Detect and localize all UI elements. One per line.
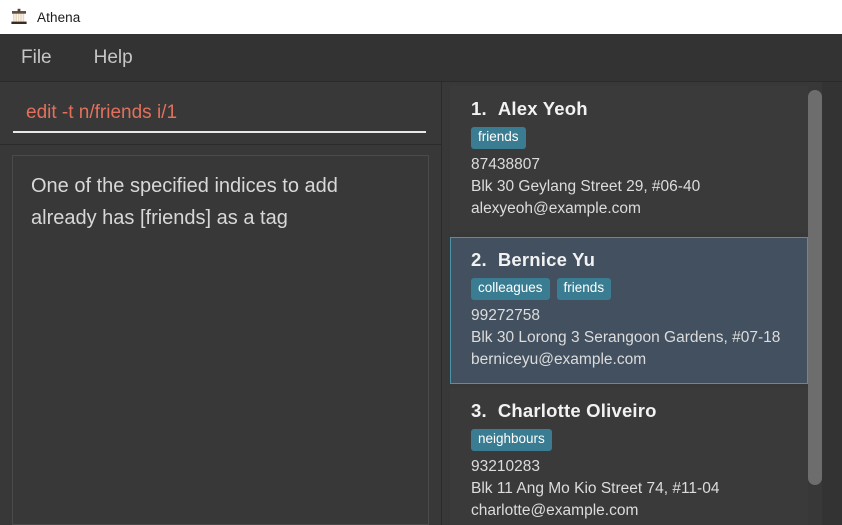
person-header: 1. Alex Yeoh (471, 98, 793, 120)
person-phone: 99272758 (471, 306, 540, 324)
person-email: berniceyu@example.com (471, 350, 647, 368)
tag-row: neighbours (471, 428, 793, 451)
person-index: 1. (471, 98, 487, 119)
list-scrollbar-thumb[interactable] (808, 90, 822, 485)
menu-bar: File Help (0, 34, 842, 82)
person-name: Alex Yeoh (497, 98, 588, 119)
person-header: 2. Bernice Yu (471, 249, 793, 271)
person-address: Blk 30 Lorong 3 Serangoon Gardens, #07-1… (471, 328, 781, 346)
left-pane: One of the specified indices to add alre… (0, 82, 442, 525)
person-list-pane: 1. Alex Yeoh friends 87438807 Blk 30 Gey… (442, 82, 842, 525)
command-input-underline (13, 131, 426, 133)
window-title: Athena (37, 9, 81, 25)
tag-row: colleagues friends (471, 277, 793, 300)
tag-badge: colleagues (471, 277, 550, 300)
menu-item-help[interactable]: Help (94, 48, 133, 67)
list-item-selected[interactable]: 2. Bernice Yu colleagues friends 9927275… (450, 236, 808, 384)
person-index: 3. (471, 399, 487, 421)
person-list: 1. Alex Yeoh friends 87438807 Blk 30 Gey… (450, 86, 808, 525)
menu-item-file[interactable]: File (21, 48, 52, 67)
person-address: Blk 30 Geylang Street 29, #06-40 (471, 177, 701, 195)
command-input[interactable] (0, 91, 441, 135)
person-index: 2. (471, 248, 487, 270)
temple-icon (11, 8, 27, 24)
tag-badge: friends (471, 127, 526, 149)
tag-row: friends (471, 127, 793, 149)
result-pane: One of the specified indices to add alre… (0, 145, 441, 525)
list-scrollbar[interactable] (808, 82, 822, 525)
right-gutter (822, 82, 842, 525)
person-phone: 93210283 (471, 457, 540, 475)
person-email: alexyeoh@example.com (471, 199, 641, 217)
person-email: charlotte@example.com (471, 501, 639, 519)
person-name: Bernice Yu (497, 248, 596, 270)
tag-badge: friends (556, 277, 612, 300)
list-item[interactable]: 1. Alex Yeoh friends 87438807 Blk 30 Gey… (450, 86, 808, 233)
person-phone: 87438807 (471, 155, 540, 173)
list-item[interactable]: 3. Charlotte Oliveiro neighbours 9321028… (450, 387, 808, 525)
person-header: 3. Charlotte Oliveiro (471, 400, 793, 422)
person-address: Blk 11 Ang Mo Kio Street 74, #11-04 (471, 479, 720, 497)
main-content: One of the specified indices to add alre… (0, 82, 842, 525)
title-bar: Athena (0, 0, 842, 34)
tag-badge: neighbours (471, 428, 552, 451)
result-display-box: One of the specified indices to add alre… (12, 155, 429, 525)
command-box (0, 82, 441, 145)
result-message: One of the specified indices to add alre… (31, 175, 338, 229)
person-name: Charlotte Oliveiro (497, 399, 657, 421)
